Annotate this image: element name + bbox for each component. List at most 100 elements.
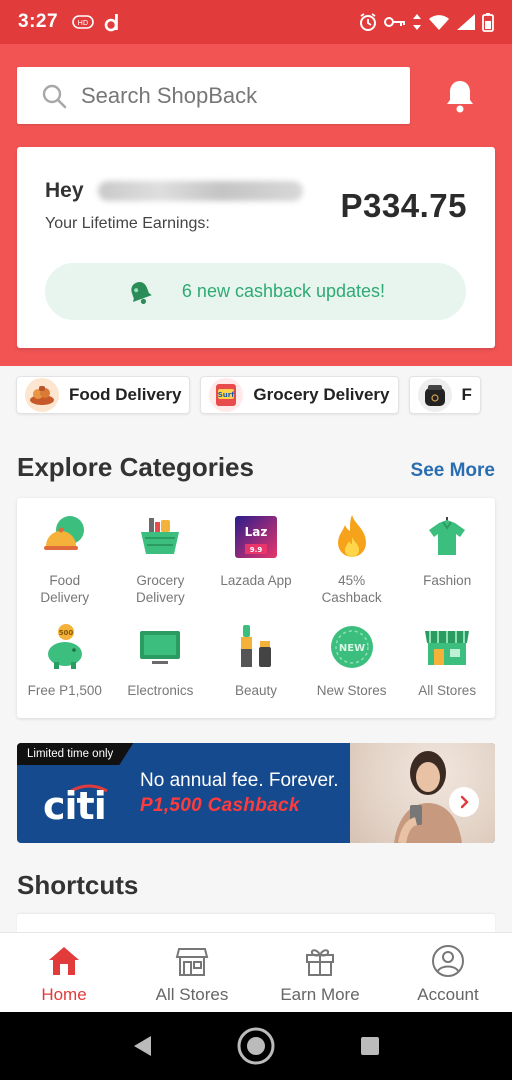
status-left-icons: HD [72,12,120,32]
chip-label: F [461,385,472,404]
category-label: Grocery Delivery [136,572,185,606]
search-placeholder: Search ShopBack [81,82,258,108]
battery-icon [482,13,494,32]
d-app-icon [104,14,118,32]
shortcuts-title: Shortcuts [17,870,139,900]
svg-text:HD: HD [78,19,89,27]
tab-home[interactable]: Home [0,933,128,1012]
data-arrows-icon [413,14,421,30]
storefront-icon [422,622,472,672]
bell-icon [447,81,473,113]
tab-earn-more[interactable]: Earn More [256,933,384,1012]
home-icon [46,943,82,979]
home-circle-icon[interactable] [236,1026,276,1066]
quick-chips: Food Delivery Surf Grocery Delivery F [16,376,481,414]
chip-more[interactable]: F [408,376,481,414]
new-badge-icon: NEW [327,622,377,672]
lifetime-earnings-amount: P334.75 [340,187,467,224]
banner-next-button[interactable] [449,787,479,817]
category-food-delivery[interactable]: Food Delivery [17,512,113,612]
category-label-line-2: Delivery [40,590,90,605]
piggy-bank-icon: 500 [40,622,90,672]
chip-food-delivery[interactable]: Food Delivery [16,376,191,414]
tab-all-stores[interactable]: All Stores [128,933,256,1012]
alarm-icon [360,13,376,31]
search-icon [42,84,67,108]
new-badge-text: NEW [338,643,364,654]
categories-card: Food Delivery Grocery Delivery Laz 9.9 Laza… [17,498,495,718]
category-fashion[interactable]: Fashion [399,512,495,612]
category-new-stores[interactable]: NEW New Stores [304,622,400,702]
greeting-text: Hey [45,179,84,202]
category-label: Lazada App [220,573,292,588]
category-electronics[interactable]: Electronics [113,622,209,702]
recents-icon[interactable] [359,1035,381,1057]
category-all-stores[interactable]: All Stores [399,622,495,702]
explore-categories-title: Explore Categories [17,452,254,482]
chevron-right-icon [460,795,469,809]
search-input[interactable]: Search ShopBack [17,67,410,124]
category-label: Food Delivery [40,572,89,606]
cashback-updates-text: 6 new cashback updates! [181,281,386,301]
category-beauty[interactable]: Beauty [208,622,304,702]
category-label-line-1: Food [49,573,81,588]
svg-text:9.9: 9.9 [250,546,263,554]
lazada-logo-text: Laz [245,525,268,539]
limited-time-tag: Limited time only [17,743,134,765]
lazada-icon: Laz 9.9 [231,512,281,562]
tab-label: Earn More [280,985,360,1004]
signal-icon [457,14,475,30]
category-label: 45% Cashback [322,572,382,606]
category-label-line-2: Delivery [136,590,185,605]
tab-label: All Stores [155,985,229,1004]
category-45-cashback[interactable]: 45% Cashback [304,512,400,612]
category-label: All Stores [418,683,477,698]
chip-grocery-delivery[interactable]: Surf Grocery Delivery [200,376,399,414]
cashback-updates-button[interactable]: 6 new cashback updates! [45,263,466,320]
tab-label: Account [417,985,479,1004]
earnings-card[interactable]: Hey Your Lifetime Earnings: P334.75 6 ne… [17,147,495,348]
grocery-basket-icon [135,512,185,562]
svg-text:Surf: Surf [218,391,235,399]
chip-label: Grocery Delivery [253,385,390,404]
category-label: Fashion [423,573,472,588]
category-label-line-1: 45% [338,573,366,588]
category-grocery-delivery[interactable]: Grocery Delivery [113,512,209,612]
greeting-row: Hey [45,179,303,203]
surf-detergent-icon: Surf [209,378,244,412]
back-icon[interactable] [131,1034,153,1058]
citi-promo-banner[interactable]: Limited time only citi No annual fee. Fo… [17,743,495,843]
app-screen: 3:27 HD Search ShopBack Hey Your Lifetim… [0,0,512,1080]
flame-icon [327,512,377,562]
banner-headline: No annual fee. Forever. [140,770,339,791]
tab-account[interactable]: Account [384,933,512,1012]
header: Search ShopBack Hey Your Lifetime Earnin… [0,44,512,366]
piggy-coin-text: 500 [58,629,73,637]
wifi-icon [429,15,449,30]
citi-logo: citi [43,784,108,825]
category-free-p1500[interactable]: 500 Free P1,500 [17,622,113,702]
vpn-key-icon [384,17,405,27]
bell-green-icon [131,281,152,304]
tab-label: Home [41,985,87,1004]
lifetime-earnings-label: Your Lifetime Earnings: [45,215,210,232]
category-label-line-2: Cashback [321,590,382,605]
monitor-icon [135,622,185,672]
status-right-icons [358,12,494,32]
blurred-user-name [97,181,303,201]
food-delivery-icon [40,512,90,562]
banner-cashback-text: P1,500 Cashback [140,795,300,816]
bottom-tab-bar: Home All Stores Earn More Account [0,932,512,1012]
hd-icon: HD [72,15,94,29]
category-lazada-app[interactable]: Laz 9.9 Lazada App [208,512,304,612]
category-label: Electronics [127,683,194,698]
status-bar: 3:27 HD [0,0,512,44]
account-icon [430,943,466,979]
category-label: New Stores [316,683,387,698]
category-label-line-1: Grocery [136,573,185,588]
status-time: 3:27 [18,11,59,32]
food-plate-icon [25,378,59,412]
system-navigation-bar [0,1012,512,1080]
notifications-button[interactable] [438,74,482,118]
see-more-link[interactable]: See More [411,460,495,482]
